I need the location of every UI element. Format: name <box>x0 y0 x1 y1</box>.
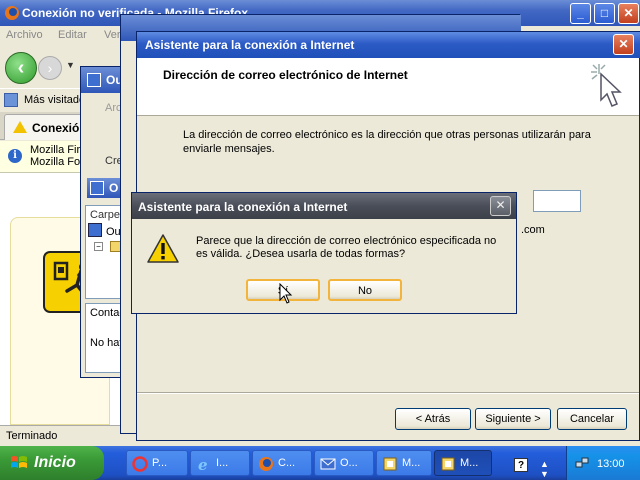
warning-icon <box>13 121 27 133</box>
cancel-button[interactable]: Cancelar <box>557 408 627 430</box>
dialog-titlebar[interactable]: Asistente para la conexión a Internet ✕ <box>132 193 516 219</box>
close-button[interactable]: ✕ <box>618 3 639 24</box>
wizard-header-title: Dirección de correo electrónico de Inter… <box>163 68 408 82</box>
firefox-icon <box>5 6 19 20</box>
infobar-line1: Mozilla Fire <box>30 144 87 156</box>
confirm-dialog: Asistente para la conexión a Internet ✕ … <box>131 192 517 314</box>
network-icon[interactable] <box>575 456 589 470</box>
chevron-up-icon[interactable]: ▲ ▼ <box>540 459 549 479</box>
wizard-titlebar[interactable]: Asistente para la conexión a Internet ✕ <box>137 32 640 58</box>
wizard-title: Asistente para la conexión a Internet <box>145 38 355 52</box>
folders-header: Carpet <box>90 209 124 221</box>
taskbar-item-label: I... <box>216 457 229 469</box>
taskbar-item-label: M... <box>460 457 479 469</box>
taskbar-item-m1[interactable]: M... <box>376 450 432 476</box>
email-field[interactable] <box>533 190 581 212</box>
warning-icon <box>147 234 179 263</box>
info-icon: i <box>8 149 22 163</box>
outlook-express-icon <box>320 458 336 470</box>
dialog-title: Asistente para la conexión a Internet <box>138 200 348 214</box>
forward-arrow-icon[interactable]: › <box>38 56 62 80</box>
help-icon[interactable]: ? <box>514 458 528 472</box>
dialog-message: Parece que la dirección de correo electr… <box>196 235 497 260</box>
system-tray: 13:00 <box>566 446 640 480</box>
dialog-close-button[interactable]: ✕ <box>490 196 511 216</box>
taskbar-item-firefox[interactable]: C... <box>252 450 312 476</box>
expand-icon[interactable]: − <box>94 242 103 251</box>
outlook-subtitle: O <box>109 181 119 195</box>
start-label: Inicio <box>34 454 76 471</box>
bookmark-icon <box>4 93 18 107</box>
windows-flag-icon <box>11 456 27 468</box>
taskbar-item-label: P... <box>152 457 168 469</box>
sparkle-cursor-icon <box>591 64 622 107</box>
opera-icon <box>132 456 148 472</box>
svg-text:e: e <box>198 456 208 472</box>
outlook-icon <box>87 73 101 87</box>
outlook-folder-icon <box>88 223 102 237</box>
back-button[interactable]: < Atrás <box>395 408 471 430</box>
wizard-separator <box>137 392 639 394</box>
history-dropdown-icon[interactable]: ▼ <box>66 60 75 70</box>
taskbar-item-p[interactable]: P... <box>126 450 188 476</box>
wizard-description: La dirección de correo electrónico es la… <box>183 129 591 155</box>
taskbar-item-ie[interactable]: e I... <box>190 450 250 476</box>
domain-suffix: .com <box>521 224 545 236</box>
tab-label: Conexión <box>32 121 87 135</box>
back-arrow-icon[interactable]: ‹ <box>5 52 37 84</box>
start-button[interactable]: Inicio <box>0 446 104 480</box>
infobar-line2: Mozilla Fou <box>30 156 87 168</box>
taskbar: Inicio P... e I... C... O... M... M... ?… <box>0 446 640 480</box>
mouse-pointer-icon <box>279 283 293 304</box>
taskbar-item-label: O... <box>340 457 358 469</box>
next-button[interactable]: Siguiente > <box>475 408 551 430</box>
wizard-icon <box>383 457 397 471</box>
taskbar-item-label: C... <box>278 457 296 469</box>
taskbar-item-m2[interactable]: M... <box>434 450 492 476</box>
wizard-header: Dirección de correo electrónico de Inter… <box>137 58 639 116</box>
firefox-icon <box>259 457 273 471</box>
outlook-icon <box>90 181 104 195</box>
folder-item-label: Ou <box>106 226 121 238</box>
no-button[interactable]: No <box>328 279 402 301</box>
menu-editar[interactable]: Editar <box>58 29 87 41</box>
internet-explorer-icon: e <box>198 456 208 472</box>
minimize-button[interactable]: _ <box>570 3 591 24</box>
wizard-close-button[interactable]: ✕ <box>613 34 634 55</box>
status-text: Terminado <box>6 430 58 442</box>
maximize-button[interactable]: □ <box>594 3 615 24</box>
wizard-icon <box>441 457 455 471</box>
menu-ver[interactable]: Ver <box>104 29 121 41</box>
taskbar-item-outlook[interactable]: O... <box>314 450 374 476</box>
clock[interactable]: 13:00 <box>597 458 625 470</box>
menu-archivo[interactable]: Archivo <box>6 29 43 41</box>
taskbar-item-label: M... <box>402 457 421 469</box>
